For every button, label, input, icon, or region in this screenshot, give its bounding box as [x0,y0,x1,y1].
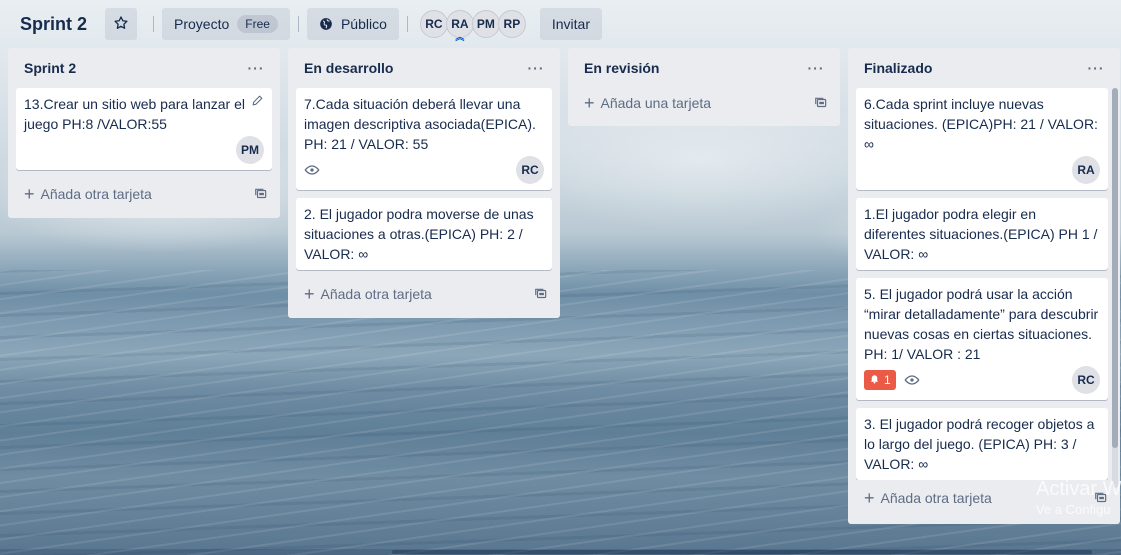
workspace-button[interactable]: Proyecto Free [162,8,290,40]
plus-icon: + [584,93,595,113]
list-finalizado: Finalizado ··· 6.Cada sprint incluye nue… [848,48,1120,524]
list-header: Finalizado ··· [856,48,1112,88]
card[interactable]: 2. El jugador podra moverse de unas situ… [296,198,552,270]
list-scrollbar-thumb[interactable] [1112,88,1118,448]
list-title[interactable]: En desarrollo [304,60,393,76]
card-title: 3. El jugador podrá recoger objetos a lo… [864,416,1095,472]
eye-icon [304,162,320,178]
board-members: RC RA ︽ PM RP [419,10,526,42]
card-template-icon[interactable] [534,287,548,301]
eye-icon [904,372,920,388]
activation-watermark-subtitle: Ve a Configu [1036,502,1111,517]
plan-badge: Free [237,15,278,33]
visibility-button[interactable]: Público [306,8,399,40]
ellipsis-icon[interactable]: ··· [520,60,552,76]
card-member-avatar[interactable]: RA [1072,156,1100,184]
list-cards-scroll[interactable]: 6.Cada sprint incluye nuevas situaciones… [856,88,1112,480]
board-header: Sprint 2 Proyecto Free Público RC RA ︽ P… [0,0,1121,48]
add-card-label: Añada otra tarjeta [40,186,152,202]
card[interactable]: 7.Cada situación deberá llevar una image… [296,88,552,190]
card[interactable]: 13.Crear un sitio web para lanzar el jue… [16,88,272,170]
add-card-button[interactable]: + Añada una tarjeta [576,88,832,118]
header-divider [297,16,299,32]
card-footer: RC [304,156,544,184]
board-scrollbar-thumb[interactable] [392,550,1092,554]
plus-icon: + [864,488,875,508]
card[interactable]: 6.Cada sprint incluye nuevas situaciones… [856,88,1108,190]
star-button[interactable] [105,8,138,40]
workspace-label: Proyecto [174,16,230,32]
bell-icon [869,373,880,387]
plus-icon: + [304,284,315,304]
card-title: 13.Crear un sitio web para lanzar el jue… [24,96,246,132]
card[interactable]: 5. El jugador podrá usar la acción “mira… [856,278,1108,400]
list-title[interactable]: Sprint 2 [24,60,76,76]
pencil-icon[interactable] [251,94,264,110]
card-footer: PM [24,136,264,164]
card-template-icon[interactable] [254,187,268,201]
card[interactable]: 1.El jugador podra elegir en diferentes … [856,198,1108,270]
add-card-label: Añada otra tarjeta [320,286,432,302]
star-icon [113,15,129,34]
card-title: 5. El jugador podrá usar la acción “mira… [864,286,1099,362]
list-header: En revisión ··· [576,48,832,88]
card-title: 7.Cada situación deberá llevar una image… [304,96,536,152]
ellipsis-icon[interactable]: ··· [800,60,832,76]
add-card-button[interactable]: + Añada otra tarjeta [16,178,272,210]
globe-icon [319,17,333,31]
plus-icon: + [24,184,35,204]
card-member-avatar[interactable]: RC [1072,366,1100,394]
add-card-label: Añada otra tarjeta [880,490,992,506]
add-card-label: Añada una tarjeta [600,95,712,111]
list-title[interactable]: En revisión [584,60,659,76]
add-card-button[interactable]: + Añada otra tarjeta [296,278,552,310]
list-header: En desarrollo ··· [296,48,552,88]
board-title[interactable]: Sprint 2 [12,10,95,39]
list-header: Sprint 2 ··· [16,48,272,88]
invite-button[interactable]: Invitar [539,8,602,40]
member-avatar[interactable]: PM [471,10,500,38]
activation-watermark-title: Activar W [1036,478,1121,500]
member-avatar-admin[interactable]: RA ︽ [445,10,474,42]
card-template-icon[interactable] [814,96,828,110]
list-en-revision: En revisión ··· + Añada una tarjeta [568,48,840,126]
header-divider [153,16,155,32]
ellipsis-icon[interactable]: ··· [1080,60,1112,76]
header-divider [406,16,408,32]
due-badge[interactable]: 1 [864,370,896,390]
admin-chevron-icon: ︽ [455,32,465,42]
due-count: 1 [884,373,891,387]
list-scrollbar[interactable] [1112,88,1118,488]
list-en-desarrollo: En desarrollo ··· 7.Cada situación deber… [288,48,560,318]
card-title: 6.Cada sprint incluye nuevas situaciones… [864,96,1098,152]
member-avatar[interactable]: RC [419,10,448,38]
card-title: 1.El jugador podra elegir en diferentes … [864,206,1098,262]
card-member-avatar[interactable]: PM [236,136,264,164]
card-title: 2. El jugador podra moverse de unas situ… [304,206,534,262]
visibility-label: Público [340,16,387,32]
list-title[interactable]: Finalizado [864,60,932,76]
member-avatar[interactable]: RP [497,10,526,38]
card-footer: RA [864,156,1100,184]
member-initials: RA [451,17,469,31]
card-footer: 1 RC [864,366,1100,394]
board-horizontal-scrollbar[interactable] [0,549,1121,555]
card-member-avatar[interactable]: RC [516,156,544,184]
ellipsis-icon[interactable]: ··· [240,60,272,76]
list-sprint-2: Sprint 2 ··· 13.Crear un sitio web para … [8,48,280,218]
card[interactable]: 3. El jugador podrá recoger objetos a lo… [856,408,1108,480]
